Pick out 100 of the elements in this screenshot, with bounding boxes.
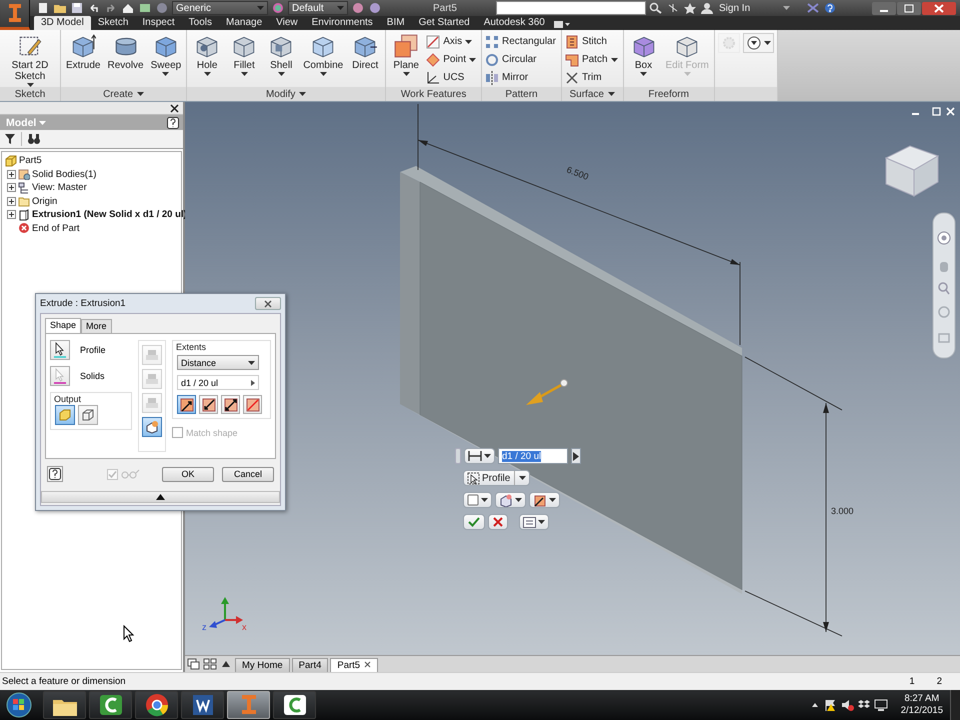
distance-field[interactable]: d1 / 20 ul xyxy=(177,375,259,390)
material-dropdown[interactable]: Generic xyxy=(172,1,268,15)
expand-icon[interactable] xyxy=(7,196,16,206)
dialog-tab[interactable]: Shape xyxy=(45,318,82,333)
document-tab[interactable]: Part4 xyxy=(292,658,328,672)
cancel-button[interactable] xyxy=(488,514,508,530)
tool-button[interactable]: Box xyxy=(626,33,661,87)
taskbar-app-button[interactable] xyxy=(89,691,132,719)
clock-date[interactable]: 2/12/2015 xyxy=(900,705,943,717)
panel-title[interactable]: Modify xyxy=(266,88,306,100)
search-field[interactable] xyxy=(496,1,646,15)
tool-button[interactable]: Rectangular xyxy=(485,33,558,50)
panel-title[interactable]: Surface xyxy=(569,88,615,100)
help-button[interactable] xyxy=(47,466,63,482)
expand-icon[interactable] xyxy=(7,210,16,220)
close-icon[interactable] xyxy=(170,104,179,112)
new-file-icon[interactable] xyxy=(36,2,50,14)
tool-button[interactable]: Circular xyxy=(485,51,558,68)
ribbon-tab[interactable]: Tools xyxy=(182,16,219,30)
tree-item[interactable]: Origin xyxy=(32,196,58,207)
minimize-button[interactable] xyxy=(872,2,896,14)
home-icon[interactable] xyxy=(121,2,135,14)
output-option-button[interactable] xyxy=(78,405,98,425)
ribbon-tab[interactable]: Environments xyxy=(304,16,380,30)
adjust-appearance-icon[interactable] xyxy=(368,2,382,14)
search-icon[interactable] xyxy=(649,2,663,14)
close-icon[interactable] xyxy=(364,661,372,668)
help-icon[interactable] xyxy=(823,2,838,14)
clear-appearance-icon[interactable] xyxy=(351,2,365,14)
ribbon-tab[interactable]: Sketch xyxy=(90,16,136,30)
star-icon[interactable] xyxy=(683,2,697,14)
tool-button[interactable]: Direct xyxy=(348,33,382,87)
close-button[interactable] xyxy=(922,2,956,14)
panel-title[interactable]: Create xyxy=(103,88,144,100)
appearance-dropdown[interactable]: Default xyxy=(288,1,348,15)
speaker-icon[interactable] xyxy=(840,698,854,712)
sign-in-link[interactable]: Sign In xyxy=(719,2,750,14)
open-folder-icon[interactable] xyxy=(53,2,67,14)
binoculars-icon[interactable] xyxy=(27,133,41,145)
profile-select-button[interactable] xyxy=(50,340,70,360)
taskbar-app-button[interactable] xyxy=(273,691,316,719)
operation-button[interactable] xyxy=(495,492,526,508)
tool-button[interactable]: Point xyxy=(426,51,478,68)
tool-button[interactable]: Fillet xyxy=(227,33,262,87)
ribbon-tab[interactable]: Autodesk 360 xyxy=(476,16,552,30)
cancel-button[interactable]: Cancel xyxy=(222,466,274,482)
panel-title[interactable]: Freeform xyxy=(648,88,689,100)
direction-button[interactable] xyxy=(177,395,196,414)
direction-button[interactable] xyxy=(199,395,218,414)
output-button[interactable] xyxy=(463,492,492,508)
appearance-ball-icon[interactable] xyxy=(271,2,285,14)
panel-toggle-icon[interactable] xyxy=(552,20,570,30)
ok-button[interactable]: OK xyxy=(162,466,214,482)
ribbon-tab[interactable]: Manage xyxy=(219,16,270,30)
solids-select-button[interactable] xyxy=(50,366,70,386)
ribbon-tab[interactable]: Get Started xyxy=(412,16,477,30)
ribbon-tab[interactable]: View xyxy=(269,16,305,30)
options-button[interactable] xyxy=(519,514,549,530)
direction-button[interactable] xyxy=(529,492,560,508)
dimension-type-button[interactable] xyxy=(464,448,495,464)
taskbar-app-button[interactable] xyxy=(181,691,224,719)
tool-button[interactable]: Plane xyxy=(389,33,424,87)
tile-windows-icon[interactable] xyxy=(203,658,217,670)
flag-icon[interactable] xyxy=(822,698,837,712)
dimension-value[interactable]: 3.000 xyxy=(831,506,854,516)
taskbar-app-button[interactable] xyxy=(135,691,178,719)
tool-button[interactable]: Combine xyxy=(301,33,346,87)
tree-item[interactable]: End of Part xyxy=(32,222,80,234)
clock-time[interactable]: 8:27 AM xyxy=(904,693,940,705)
cascade-windows-icon[interactable] xyxy=(187,658,201,670)
dimension-value[interactable]: 6.500 xyxy=(565,164,590,182)
extents-dropdown[interactable]: Distance xyxy=(177,355,259,370)
restore-button[interactable] xyxy=(897,2,921,14)
tool-button[interactable]: Stitch xyxy=(564,33,620,50)
tree-item[interactable]: Part5 xyxy=(19,155,42,166)
grip-handle[interactable] xyxy=(455,448,461,464)
tool-button[interactable]: Axis xyxy=(426,33,478,50)
tool-button[interactable]: Patch xyxy=(564,51,620,68)
save-icon[interactable] xyxy=(70,2,84,14)
output-option-button[interactable] xyxy=(55,405,75,425)
tool-button[interactable]: Start 2D Sketch xyxy=(3,33,57,87)
expand-icon[interactable] xyxy=(7,183,16,192)
tool-button[interactable]: Extrude xyxy=(64,33,102,87)
tool-button[interactable]: Trim xyxy=(564,69,620,86)
tool-button[interactable]: Shell xyxy=(264,33,298,87)
profile-button[interactable]: Profile xyxy=(463,470,530,486)
document-tab[interactable]: Part5 xyxy=(330,658,378,672)
navigation-bar[interactable] xyxy=(932,212,956,358)
tool-button[interactable]: Sweep xyxy=(148,33,184,87)
help-icon[interactable] xyxy=(167,116,179,128)
distance-field[interactable]: d1 / 20 ul xyxy=(498,448,568,464)
view-cube-drawing[interactable] xyxy=(884,145,940,197)
tool-button[interactable]: UCS xyxy=(426,69,478,86)
panel-title[interactable]: Pattern xyxy=(505,88,538,100)
filter-icon[interactable] xyxy=(4,133,16,145)
ribbon-tab[interactable]: BIM xyxy=(380,16,412,30)
extrude-direction-arrow[interactable] xyxy=(526,379,568,405)
tool-button[interactable] xyxy=(742,33,774,53)
app-menu-button[interactable] xyxy=(0,0,30,30)
start-button[interactable] xyxy=(4,691,34,719)
